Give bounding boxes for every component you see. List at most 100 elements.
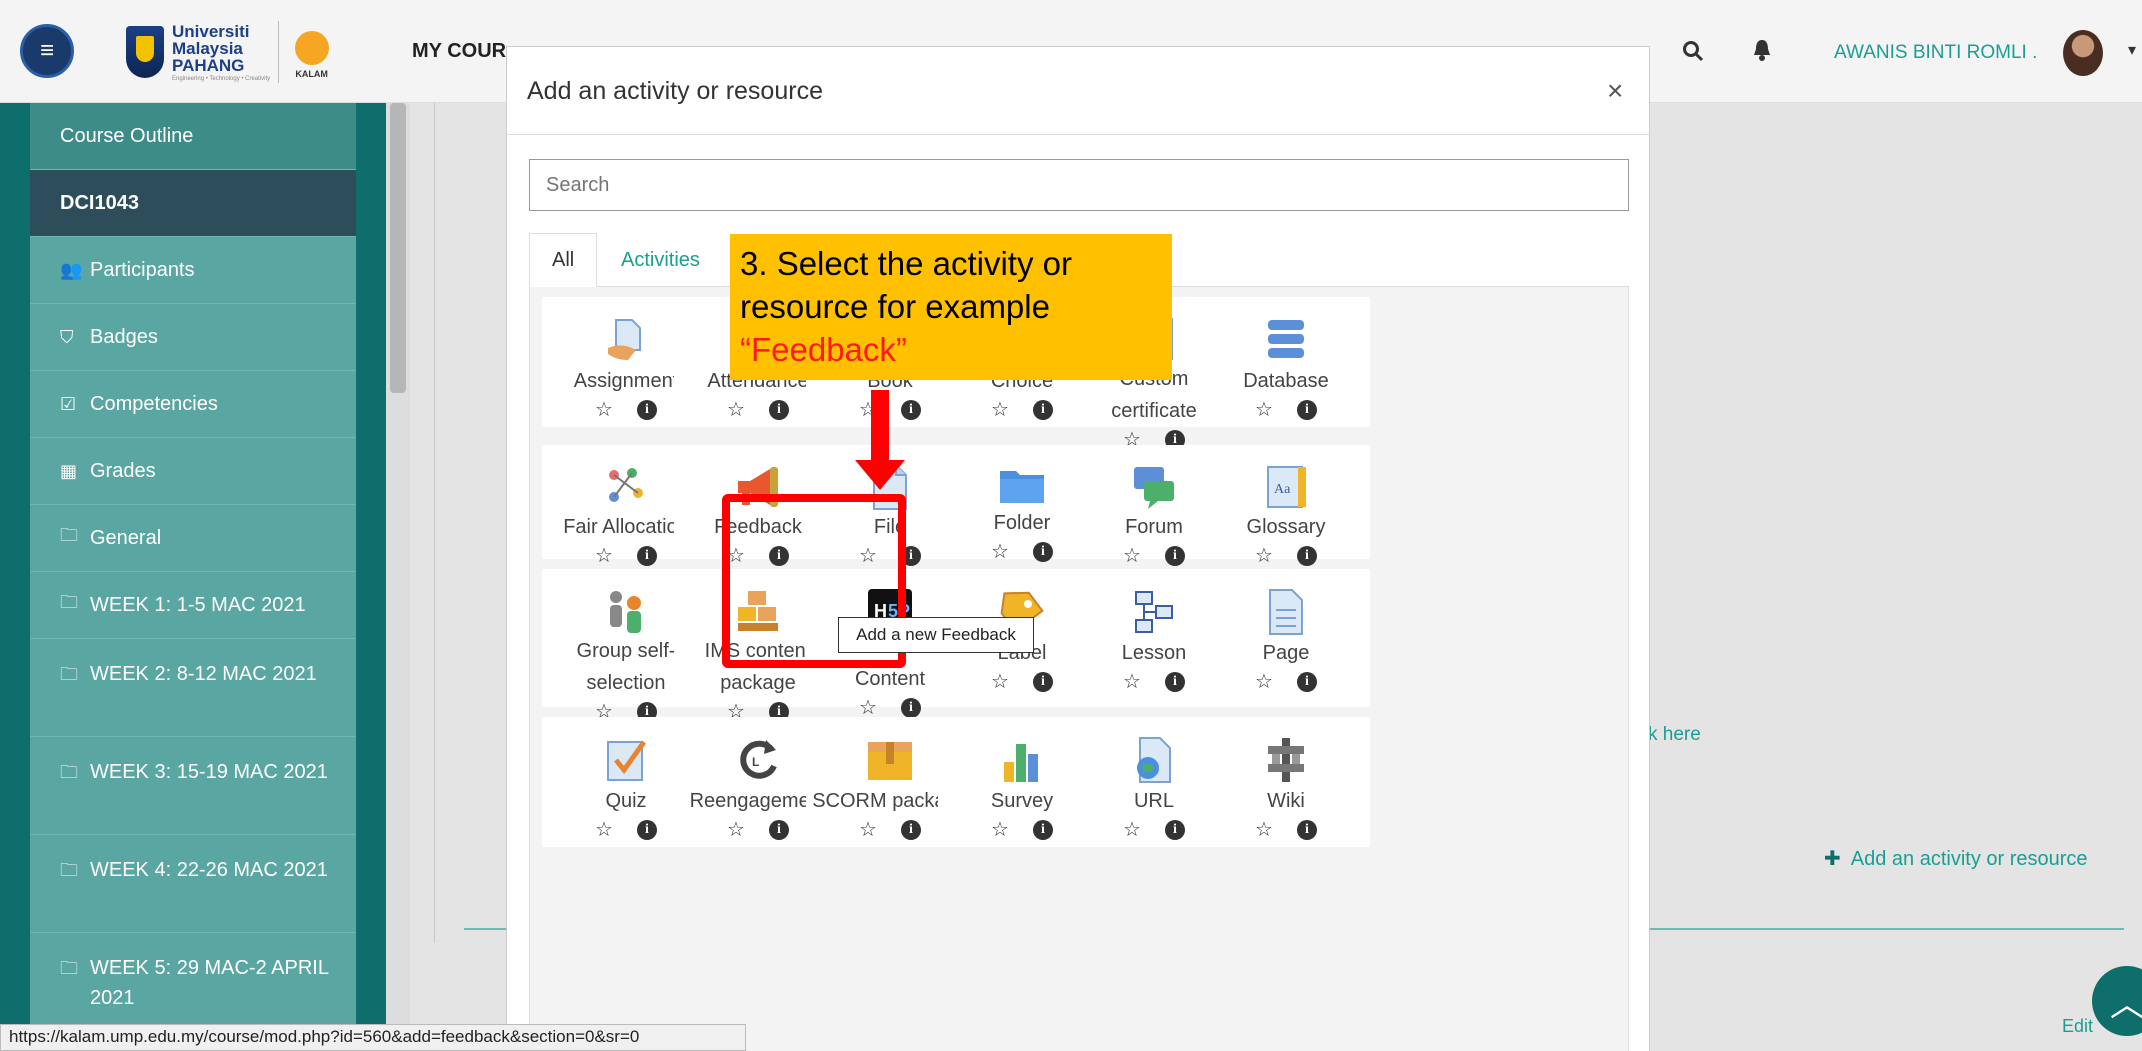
user-name[interactable]: AWANIS BINTI ROMLI .: [1834, 42, 2037, 64]
sidebar-scrollbar[interactable]: [386, 103, 410, 1051]
star-icon[interactable]: ☆: [1255, 543, 1273, 568]
activity-actions: ☆ i: [991, 539, 1053, 564]
course-sidebar: Course Outline DCI1043 👥 Participants ⛉ Ba…: [0, 103, 386, 1051]
activity-name: Fair Allocation: [563, 516, 689, 538]
star-icon[interactable]: ☆: [991, 539, 1009, 564]
star-icon[interactable]: ☆: [595, 543, 613, 568]
site-logo[interactable]: Universiti Malaysia PAHANG Engineering •…: [126, 18, 356, 86]
activity-name: Quiz: [605, 790, 647, 812]
sidebar-item-course-outline[interactable]: Course Outline: [30, 103, 356, 170]
activity-database[interactable]: Database ☆ i: [1202, 297, 1370, 427]
user-avatar[interactable]: [2063, 30, 2103, 76]
sidebar-item-course-code[interactable]: DCI1043: [30, 170, 356, 237]
info-icon[interactable]: i: [900, 400, 921, 420]
star-icon[interactable]: ☆: [595, 817, 613, 842]
star-icon[interactable]: ☆: [1123, 817, 1141, 842]
activity-actions: ☆ i: [1123, 817, 1185, 842]
click-here-link[interactable]: k here: [1648, 724, 1701, 746]
activity-actions: ☆ i: [1255, 543, 1317, 568]
info-icon[interactable]: i: [636, 400, 657, 420]
sidebar-item-badges[interactable]: ⛉ Badges: [30, 304, 356, 371]
info-icon[interactable]: i: [1164, 820, 1185, 840]
star-icon[interactable]: ☆: [991, 397, 1009, 422]
activity-actions: ☆ i: [991, 817, 1053, 842]
info-icon[interactable]: i: [1032, 820, 1053, 840]
activity-actions: ☆ i: [595, 543, 657, 568]
activity-page[interactable]: Page ☆ i: [1202, 569, 1370, 707]
activity-chooser-modal: Add an activity or resource × All Activi…: [506, 46, 1650, 1051]
sidebar-item-label: General: [90, 526, 162, 549]
info-icon[interactable]: i: [1032, 400, 1053, 420]
folder-icon: 🗀: [60, 860, 78, 880]
info-icon[interactable]: i: [1032, 542, 1053, 562]
instruction-line-1: 3. Select the activity or: [740, 245, 1072, 282]
reengagement-icon: L: [736, 735, 780, 785]
star-icon[interactable]: ☆: [1255, 817, 1273, 842]
star-icon[interactable]: ☆: [1255, 669, 1273, 694]
logo-name-3: PAHANG: [172, 55, 245, 75]
hamburger-icon: ≡: [39, 37, 54, 64]
hamburger-menu-button[interactable]: ≡: [20, 24, 74, 78]
info-icon[interactable]: i: [1164, 672, 1185, 692]
close-icon[interactable]: ×: [1607, 75, 1623, 107]
logo-name-2: Malaysia: [172, 38, 243, 58]
bell-icon[interactable]: [1752, 38, 1772, 68]
tab-all[interactable]: All: [529, 233, 598, 287]
sidebar-item-week-1[interactable]: 🗀 WEEK 1: 1-5 MAC 2021: [30, 572, 356, 639]
activity-actions: ☆ i: [595, 397, 657, 422]
info-icon[interactable]: i: [900, 698, 921, 718]
info-icon[interactable]: i: [1296, 546, 1317, 566]
tab-activities[interactable]: Activities: [599, 233, 722, 287]
info-icon[interactable]: i: [636, 820, 657, 840]
activity-name: Folder: [993, 512, 1051, 534]
star-icon[interactable]: ☆: [1123, 543, 1141, 568]
info-icon[interactable]: i: [1164, 546, 1185, 566]
chevron-up-icon: ︿: [2110, 985, 2142, 1024]
info-icon[interactable]: i: [768, 400, 789, 420]
add-activity-link[interactable]: ✚ Add an activity or resource: [1824, 846, 2088, 871]
activity-wiki[interactable]: Wiki ☆ i: [1202, 717, 1370, 847]
search-icon[interactable]: [1682, 40, 1704, 68]
sidebar-item-week-4[interactable]: 🗀 WEEK 4: 22-26 MAC 2021: [30, 835, 356, 933]
forum-icon: [1130, 463, 1178, 511]
info-icon[interactable]: i: [1032, 672, 1053, 692]
info-icon[interactable]: i: [1296, 820, 1317, 840]
star-icon[interactable]: ☆: [859, 817, 877, 842]
sidebar-item-week-3[interactable]: 🗀 WEEK 3: 15-19 MAC 2021: [30, 737, 356, 835]
activity-name: Lesson: [1121, 642, 1187, 664]
star-icon[interactable]: ☆: [727, 817, 745, 842]
info-icon[interactable]: i: [1296, 400, 1317, 420]
sidebar-item-grades[interactable]: ▦ Grades: [30, 438, 356, 505]
star-icon[interactable]: ☆: [1255, 397, 1273, 422]
folder-icon: 🗀: [60, 762, 78, 782]
sidebar-item-label: Participants: [90, 258, 195, 281]
edit-link[interactable]: Edit: [2062, 1016, 2093, 1037]
sidebar-item-general[interactable]: 🗀 General: [30, 505, 356, 572]
activity-name: Survey: [990, 790, 1054, 812]
star-icon[interactable]: ☆: [595, 397, 613, 422]
activity-glossary[interactable]: Aa Glossary ☆ i: [1202, 445, 1370, 567]
info-icon[interactable]: i: [768, 820, 789, 840]
folder-icon: 🗀: [60, 958, 78, 978]
page-divider: [434, 103, 435, 943]
sidebar-item-participants[interactable]: 👥 Participants: [30, 237, 356, 304]
sidebar-item-week-2[interactable]: 🗀 WEEK 2: 8-12 MAC 2021: [30, 639, 356, 737]
chevron-down-icon[interactable]: ▾: [2128, 40, 2136, 60]
activity-actions: ☆ i: [1255, 669, 1317, 694]
star-icon[interactable]: ☆: [727, 397, 745, 422]
info-icon[interactable]: i: [636, 546, 657, 566]
scrollbar-thumb[interactable]: [390, 103, 406, 393]
info-icon[interactable]: i: [1296, 672, 1317, 692]
activity-actions: ☆ i: [595, 817, 657, 842]
sidebar-item-competencies[interactable]: ☑ Competencies: [30, 371, 356, 438]
logo-name-1: Universiti: [172, 21, 250, 41]
star-icon[interactable]: ☆: [1123, 669, 1141, 694]
search-input[interactable]: [529, 159, 1629, 211]
star-icon[interactable]: ☆: [991, 817, 1009, 842]
folder-icon: 🗀: [60, 525, 78, 545]
star-icon[interactable]: ☆: [991, 669, 1009, 694]
info-icon[interactable]: i: [900, 820, 921, 840]
sidebar-item-label: Competencies: [90, 392, 218, 415]
sidebar-item-week-5[interactable]: 🗀 WEEK 5: 29 MAC-2 APRIL 2021: [30, 933, 356, 1031]
my-courses-menu[interactable]: MY COUR: [412, 40, 506, 63]
